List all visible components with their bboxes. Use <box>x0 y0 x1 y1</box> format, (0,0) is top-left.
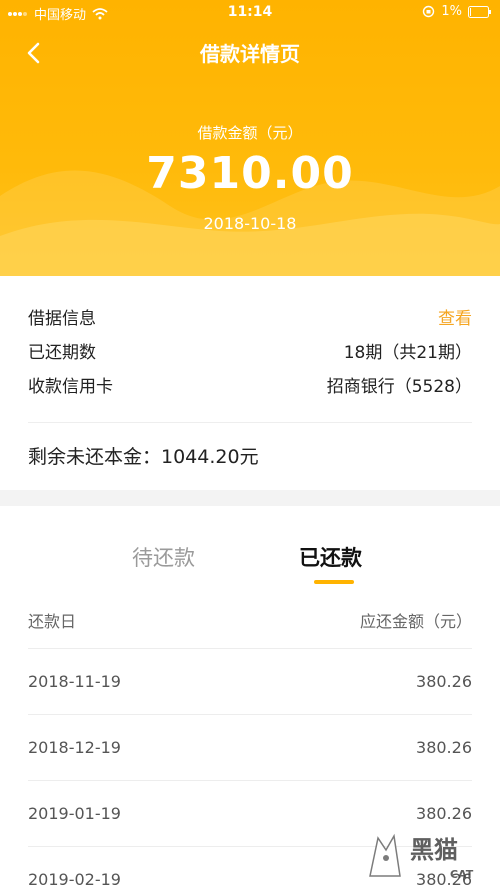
row-date: 2019-01-19 <box>28 804 121 823</box>
active-tab-indicator <box>314 580 354 584</box>
table-row: 2018-11-19 380.26 <box>28 648 472 714</box>
loan-info-section: 借据信息 查看 已还期数 18期（共21期） 收款信用卡 招商银行（5528） … <box>0 276 500 490</box>
row-date: 2018-12-19 <box>28 738 121 757</box>
orientation-lock-icon <box>423 5 435 18</box>
row-amount: 380.26 <box>416 738 472 757</box>
repayment-table: 还款日 应还金额（元） 2018-11-19 380.26 2018-12-19… <box>0 596 500 888</box>
contract-info-row[interactable]: 借据信息 查看 <box>28 299 472 333</box>
paid-periods-row: 已还期数 18期（共21期） <box>28 333 472 367</box>
divider <box>28 422 472 423</box>
svg-text:CAT: CAT <box>450 868 474 881</box>
row-amount: 380.26 <box>416 804 472 823</box>
contract-info-label: 借据信息 <box>28 308 96 329</box>
table-row: 2018-12-19 380.26 <box>28 714 472 780</box>
battery-icon <box>468 5 491 18</box>
watermark-logo: 黑猫 CAT <box>369 833 474 881</box>
repayment-tabs: 待还款 已还款 <box>0 506 500 596</box>
view-contract-link[interactable]: 查看 <box>438 304 472 329</box>
paid-periods-label: 已还期数 <box>28 342 96 363</box>
column-header-amount: 应还金额（元） <box>359 612 472 631</box>
loan-date: 2018-10-18 <box>203 214 297 233</box>
column-header-date: 还款日 <box>28 612 77 631</box>
row-date: 2018-11-19 <box>28 672 121 691</box>
section-separator <box>0 490 500 506</box>
remaining-principal: 剩余未还本金：1044.20元 <box>28 446 259 468</box>
row-date: 2019-02-19 <box>28 870 121 888</box>
table-header: 还款日 应还金额（元） <box>28 608 472 632</box>
status-bar: 中国移动 11:14 1% <box>0 0 500 26</box>
battery-percent: 1% <box>441 4 462 19</box>
credit-card-row: 收款信用卡 招商银行（5528） <box>28 367 472 401</box>
paid-periods-value: 18期（共21期） <box>343 342 472 363</box>
tab-pending-repayment[interactable]: 待还款 <box>132 542 195 572</box>
svg-text:黑猫: 黑猫 <box>410 836 458 864</box>
row-amount: 380.26 <box>416 672 472 691</box>
page-title: 借款详情页 <box>200 42 300 66</box>
credit-card-value: 招商银行（5528） <box>326 376 472 397</box>
loan-header: 中国移动 11:14 1% 借款详情页 借款金额（元） 7310.00 2018… <box>0 0 500 276</box>
loan-amount-value: 7310.00 <box>146 148 354 199</box>
credit-card-label: 收款信用卡 <box>28 376 113 397</box>
tab-paid-repayment[interactable]: 已还款 <box>299 542 362 572</box>
loan-amount-label: 借款金额（元） <box>197 124 303 142</box>
